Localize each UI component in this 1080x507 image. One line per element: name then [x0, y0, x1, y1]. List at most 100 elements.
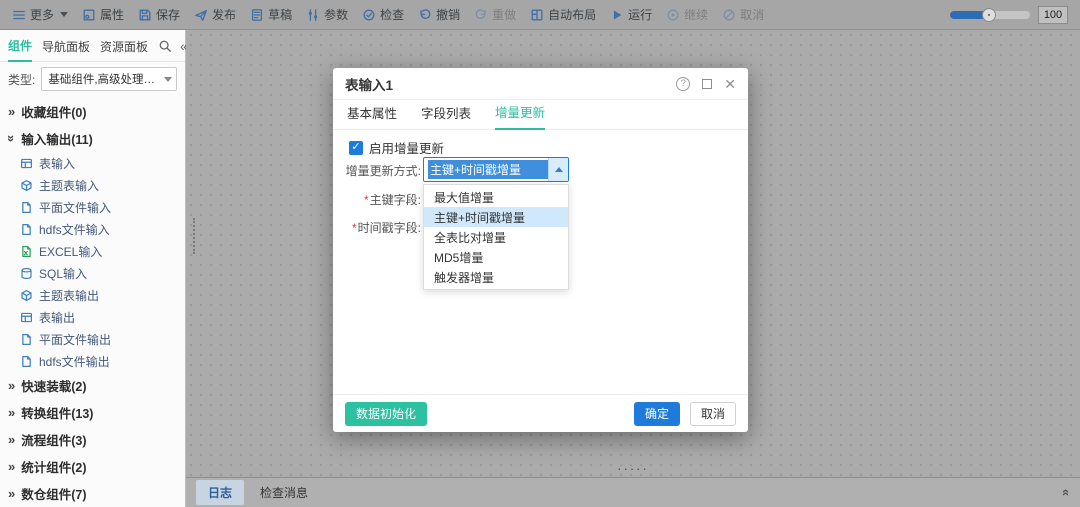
toolbar-save-button[interactable]: 保存: [138, 6, 180, 23]
component-label: 主题表输出: [39, 287, 99, 304]
update-mode-value: 主键+时间戳增量: [428, 160, 548, 179]
component-topic-table-input[interactable]: 主题表输入: [0, 174, 185, 196]
tab-incremental-update[interactable]: 增量更新: [495, 100, 545, 130]
toolbar-auto-layout-button[interactable]: 自动布局: [530, 6, 596, 23]
dialog-title: 表输入1: [345, 74, 393, 94]
component-label: 表输出: [39, 309, 75, 326]
component-table-input[interactable]: 表输入: [0, 152, 185, 174]
panel-resize-handle[interactable]: ·····: [617, 467, 649, 471]
category-input-output[interactable]: » 输入输出(11): [0, 125, 185, 152]
chevron-right-icon: »: [8, 487, 15, 500]
maximize-icon[interactable]: [702, 79, 712, 89]
option-trigger-increment[interactable]: 触发器增量: [424, 267, 568, 287]
flat-file-input-icon: [20, 201, 33, 214]
zoom-value[interactable]: 100: [1038, 6, 1068, 24]
toolbar-parameters-button[interactable]: 参数: [306, 6, 348, 23]
toolbar-undo-button[interactable]: 撤销: [418, 6, 460, 23]
zoom-slider[interactable]: [950, 11, 1030, 19]
tab-navigation-panel[interactable]: 导航面板: [42, 30, 90, 61]
category-label: 输入输出(11): [21, 129, 93, 148]
enable-incremental-checkbox[interactable]: ✓ 启用增量更新: [349, 138, 444, 157]
toolbar-properties-button[interactable]: 属性: [82, 6, 124, 23]
chevron-right-icon: »: [8, 433, 15, 446]
update-mode-label: 增量更新方式:: [335, 162, 421, 179]
toolbar-parameters-label: 参数: [324, 6, 348, 23]
parameters-icon: [306, 8, 320, 22]
tab-components[interactable]: 组件: [8, 29, 32, 62]
component-flat-file-output[interactable]: 平面文件输出: [0, 328, 185, 350]
hdfs-file-input-icon: [20, 223, 33, 236]
help-icon[interactable]: ?: [676, 77, 690, 91]
toolbar-cancel-button: 取消: [722, 6, 764, 23]
component-table-output[interactable]: 表输出: [0, 306, 185, 328]
option-md5-increment[interactable]: MD5增量: [424, 247, 568, 267]
category-transform[interactable]: » 转换组件(13): [0, 399, 185, 426]
category-flow[interactable]: » 流程组件(3): [0, 426, 185, 453]
ok-button[interactable]: 确定: [634, 402, 680, 426]
component-hdfs-file-input[interactable]: hdfs文件输入: [0, 218, 185, 240]
component-hdfs-file-output[interactable]: hdfs文件输出: [0, 350, 185, 372]
chevron-up-icon: [555, 167, 563, 172]
topic-table-input-icon: [20, 179, 33, 192]
toolbar-publish-button[interactable]: 发布: [194, 6, 236, 23]
component-sql-input[interactable]: SQL输入: [0, 262, 185, 284]
properties-icon: [82, 8, 96, 22]
component-excel-input[interactable]: EXCEL输入: [0, 240, 185, 262]
category-label: 数仓组件(7): [21, 484, 86, 503]
canvas-guide-dots: [193, 218, 195, 254]
category-fast-load[interactable]: » 快速装载(2): [0, 372, 185, 399]
category-warehouse[interactable]: » 数仓组件(7): [0, 480, 185, 507]
zoom-slider-knob[interactable]: [982, 8, 996, 22]
toolbar-undo-label: 撤销: [436, 6, 460, 23]
category-statistics[interactable]: » 统计组件(2): [0, 453, 185, 480]
table-input-dialog: 表输入1 ? ✕ 基本属性 字段列表 增量更新 ✓ 启用增量更新 增量更新方式:…: [333, 68, 748, 432]
type-filter-value: 基础组件,高级处理组件: [48, 71, 164, 87]
data-initialize-button[interactable]: 数据初始化: [345, 402, 427, 426]
sql-input-icon: [20, 267, 33, 280]
category-favorites[interactable]: » 收藏组件(0): [0, 98, 185, 125]
toolbar-inspect-label: 检查: [380, 6, 404, 23]
sidebar-tabs: 组件 导航面板 资源面板 «: [0, 30, 185, 62]
option-pk-timestamp-increment[interactable]: 主键+时间戳增量: [424, 207, 568, 227]
top-toolbar: 更多 属性 保存 发布 草稿 参数 检查 撤销 重做 自动布局 运行: [0, 0, 1080, 30]
toolbar-inspect-button[interactable]: 检查: [362, 6, 404, 23]
component-topic-table-output[interactable]: 主题表输出: [0, 284, 185, 306]
toolbar-draft-button[interactable]: 草稿: [250, 6, 292, 23]
type-filter-select[interactable]: 基础组件,高级处理组件: [41, 67, 177, 91]
required-mark: *: [352, 221, 357, 235]
tab-resource-panel[interactable]: 资源面板: [100, 30, 148, 61]
expand-panel-icon[interactable]: «: [1059, 489, 1074, 496]
toolbar-publish-label: 发布: [212, 6, 236, 23]
cancel-button[interactable]: 取消: [690, 402, 736, 426]
option-max-value-increment[interactable]: 最大值增量: [424, 187, 568, 207]
chevron-right-icon: »: [8, 406, 15, 419]
tab-check-messages[interactable]: 检查消息: [248, 480, 320, 505]
component-label: 平面文件输出: [39, 331, 111, 348]
draft-icon: [250, 8, 264, 22]
update-mode-combobox[interactable]: 主键+时间戳增量: [423, 157, 569, 182]
option-full-table-compare-increment[interactable]: 全表比对增量: [424, 227, 568, 247]
toolbar-more-label: 更多: [30, 6, 54, 23]
excel-input-icon: [20, 245, 33, 258]
toolbar-save-label: 保存: [156, 6, 180, 23]
toolbar-more-button[interactable]: 更多: [12, 6, 68, 23]
bottom-panel: 日志 检查消息 «: [186, 477, 1080, 507]
tab-field-list[interactable]: 字段列表: [421, 100, 471, 129]
toolbar-cancel-label: 取消: [740, 6, 764, 23]
search-icon[interactable]: [158, 39, 172, 53]
category-label: 快速装载(2): [21, 376, 86, 395]
component-flat-file-input[interactable]: 平面文件输入: [0, 196, 185, 218]
close-icon[interactable]: ✕: [724, 77, 736, 91]
combobox-toggle-button[interactable]: [548, 158, 568, 181]
toolbar-run-button[interactable]: 运行: [610, 6, 652, 23]
menu-icon: [12, 8, 26, 22]
component-label: 主题表输入: [39, 177, 99, 194]
category-label: 转换组件(13): [21, 403, 93, 422]
tab-log[interactable]: 日志: [196, 480, 244, 505]
run-icon: [610, 8, 624, 22]
toolbar-auto-layout-label: 自动布局: [548, 6, 596, 23]
tab-basic-properties[interactable]: 基本属性: [347, 100, 397, 129]
component-label: 表输入: [39, 155, 75, 172]
component-label: 平面文件输入: [39, 199, 111, 216]
component-category-list: » 收藏组件(0) » 输入输出(11) 表输入 主题表输入 平面文件输入 hd…: [0, 96, 185, 507]
